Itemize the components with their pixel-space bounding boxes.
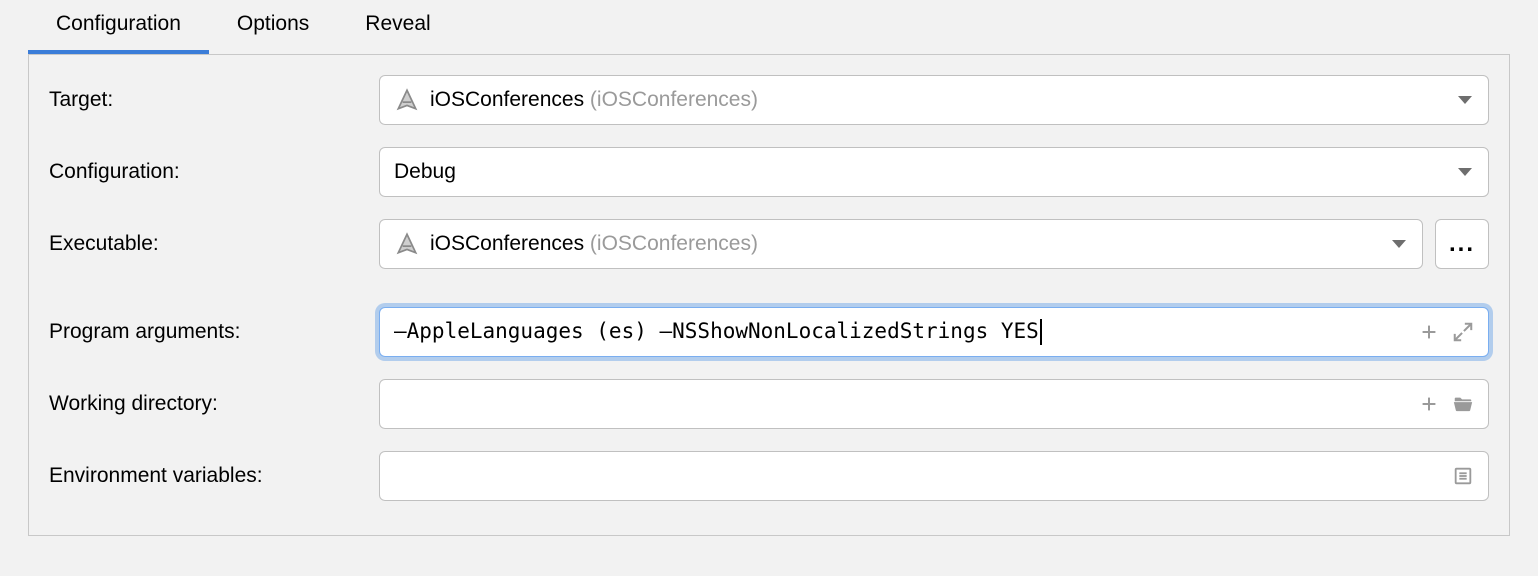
tab-configuration[interactable]: Configuration (28, 0, 209, 54)
config-panel: Target: iOSConferences (iOSConferences) … (28, 54, 1510, 536)
working-directory-label: Working directory: (49, 392, 379, 416)
add-icon[interactable] (1418, 393, 1440, 415)
working-directory-input[interactable] (379, 379, 1489, 429)
chevron-down-icon (1458, 168, 1472, 176)
environment-variables-label: Environment variables: (49, 464, 379, 488)
chevron-down-icon (1392, 240, 1406, 248)
target-label: Target: (49, 88, 379, 112)
tabs-bar: Configuration Options Reveal (0, 0, 1538, 54)
environment-variables-input[interactable] (379, 451, 1489, 501)
tab-reveal[interactable]: Reveal (337, 0, 458, 54)
configuration-label: Configuration: (49, 160, 379, 184)
executable-label: Executable: (49, 232, 379, 256)
folder-icon[interactable] (1452, 393, 1474, 415)
executable-value: iOSConferences (iOSConferences) (430, 232, 758, 256)
program-arguments-value: –AppleLanguages (es) –NSShowNonLocalized… (394, 319, 1408, 345)
app-icon (394, 87, 420, 113)
chevron-down-icon (1458, 96, 1472, 104)
tab-options[interactable]: Options (209, 0, 337, 54)
configuration-value: Debug (394, 160, 456, 184)
program-arguments-label: Program arguments: (49, 320, 379, 344)
target-select[interactable]: iOSConferences (iOSConferences) (379, 75, 1489, 125)
executable-select[interactable]: iOSConferences (iOSConferences) (379, 219, 1423, 269)
program-arguments-input[interactable]: –AppleLanguages (es) –NSShowNonLocalized… (379, 307, 1489, 357)
list-icon[interactable] (1452, 465, 1474, 487)
configuration-select[interactable]: Debug (379, 147, 1489, 197)
target-value: iOSConferences (iOSConferences) (430, 88, 758, 112)
add-icon[interactable] (1418, 321, 1440, 343)
text-cursor (1040, 319, 1042, 345)
expand-icon[interactable] (1452, 321, 1474, 343)
executable-browse-button[interactable]: ... (1435, 219, 1489, 269)
app-icon (394, 231, 420, 257)
